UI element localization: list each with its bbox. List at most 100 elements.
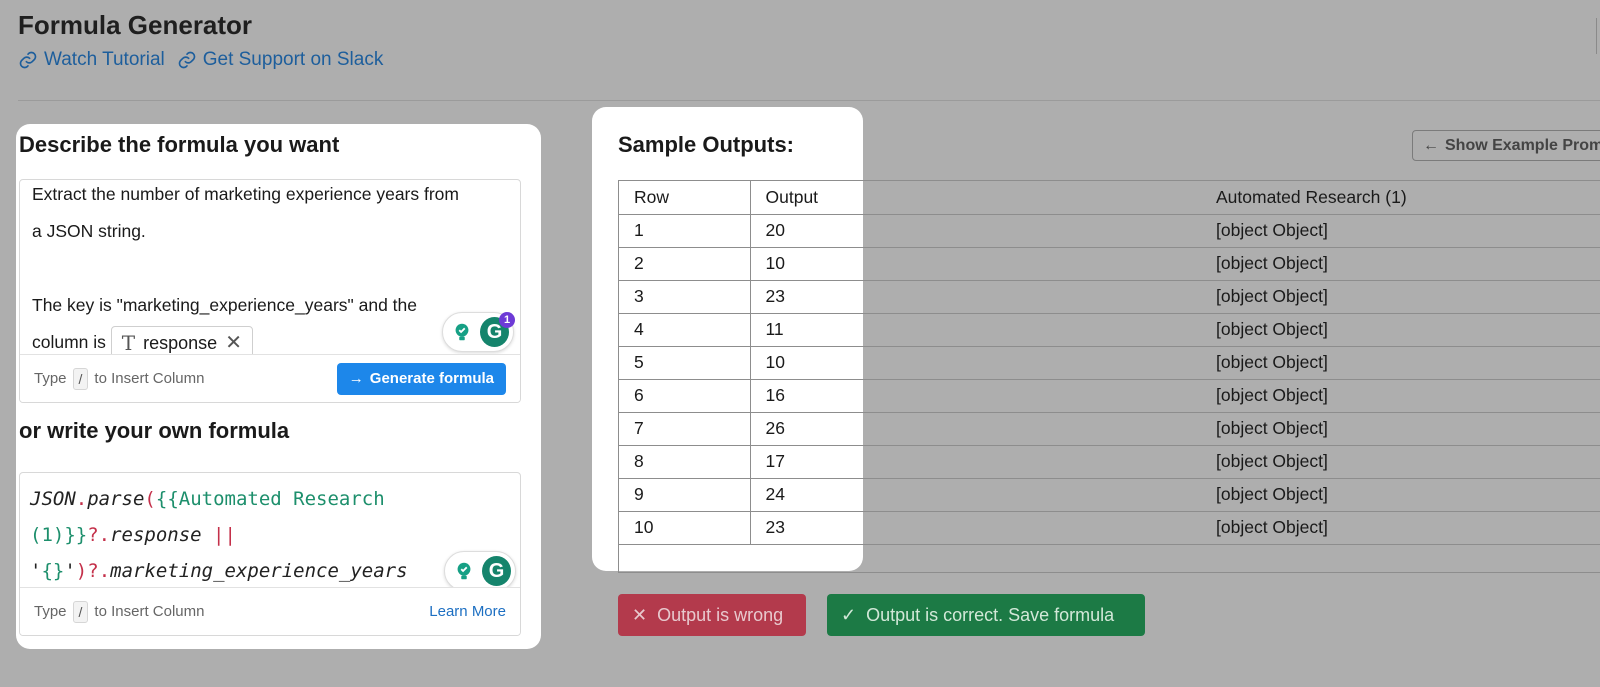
- code-token: ): [75, 560, 88, 582]
- notification-badge: 1: [499, 312, 515, 328]
- describe-heading: Describe the formula you want: [19, 132, 340, 157]
- table-cell: 2: [619, 247, 751, 281]
- table-row: 1 20 [object Object]: [619, 214, 1600, 248]
- table-cell: [object Object]: [1201, 478, 1600, 512]
- description-footer: Type / to Insert Column → Generate formu…: [20, 354, 520, 402]
- code-token: (: [144, 488, 156, 510]
- table-cell: 11: [750, 313, 1201, 347]
- table-cell: 4: [619, 313, 751, 347]
- code-line: (1)}}?.response ||: [30, 517, 500, 553]
- table-cell: [object Object]: [1201, 511, 1600, 545]
- own-formula-heading: or write your own formula: [19, 418, 290, 443]
- arrow-right-icon: →: [348, 370, 364, 387]
- save-formula-label: Output is correct. Save formula: [866, 604, 1115, 625]
- slash-key: /: [72, 600, 89, 623]
- grammarly-icon[interactable]: G: [482, 556, 511, 586]
- table-cell: 8: [619, 445, 751, 479]
- table-cell: 23: [750, 280, 1201, 314]
- column-header: Row: [619, 181, 751, 215]
- code-token: marketing_experience_years: [110, 560, 408, 582]
- slash-key: /: [72, 367, 89, 390]
- table-row: 6 16 [object Object]: [619, 379, 1600, 413]
- table-cell: [object Object]: [1201, 247, 1600, 281]
- code-token: parse: [87, 488, 145, 510]
- table-cell: 1: [619, 214, 751, 248]
- extension-widget[interactable]: G: [444, 551, 516, 591]
- table-header-row: Row Output Automated Research (1): [619, 181, 1600, 215]
- table-cell: 5: [619, 346, 751, 380]
- show-example-prompts-button[interactable]: ← Show Example Promp: [1412, 130, 1600, 161]
- save-formula-button[interactable]: ✓ Output is correct. Save formula: [827, 594, 1145, 636]
- slack-support-label: Get Support on Slack: [202, 49, 384, 70]
- show-example-prompts-label: Show Example Promp: [1445, 136, 1600, 154]
- table-cell: 17: [750, 445, 1201, 479]
- formula-code: JSON.parse({{Automated Research (1)}}?.r…: [30, 481, 500, 589]
- code-token: {{Automated Research: [155, 488, 385, 510]
- slack-support-link[interactable]: Get Support on Slack: [177, 49, 384, 71]
- table-cell: 7: [619, 412, 751, 446]
- page-title: Formula Generator: [18, 10, 253, 40]
- sample-outputs-table: Row Output Automated Research (1) 1 20 [ob…: [618, 180, 1600, 573]
- formula-editor[interactable]: JSON.parse({{Automated Research (1)}}?.r…: [19, 472, 521, 636]
- description-text: Extract the number of marketing experien…: [32, 180, 512, 361]
- extension-widget[interactable]: G 1: [442, 312, 515, 352]
- table-cell: 9: [619, 478, 751, 512]
- table-row: 7 26 [object Object]: [619, 412, 1600, 446]
- table-cell: 26: [750, 412, 1201, 446]
- table-cell: 10: [750, 346, 1201, 380]
- grammarly-icon[interactable]: G 1: [480, 312, 515, 347]
- table-cell: [object Object]: [1201, 280, 1600, 314]
- lightbulb-icon[interactable]: [449, 556, 478, 586]
- lightbulb-icon[interactable]: [447, 317, 476, 347]
- table-row: 2 10 [object Object]: [619, 247, 1600, 281]
- code-token: ||: [201, 524, 236, 546]
- table-cell: [object Object]: [1201, 214, 1600, 248]
- column-header: Output: [750, 181, 1201, 215]
- code-line: JSON.parse({{Automated Research: [30, 481, 500, 517]
- insert-column-hint: Type / to Insert Column: [34, 367, 205, 390]
- code-token: {}: [41, 560, 65, 582]
- description-line: The key is "marketing_experience_years" …: [32, 295, 417, 315]
- description-textarea[interactable]: Extract the number of marketing experien…: [19, 179, 521, 403]
- close-icon: ✕: [632, 604, 648, 625]
- table-cell: 20: [750, 214, 1201, 248]
- hint-rest-text: to Insert Column: [94, 370, 205, 387]
- hint-type-text: Type: [34, 370, 67, 387]
- description-line: Extract the number of marketing experien…: [32, 184, 459, 204]
- table-cell: 23: [750, 511, 1201, 545]
- watch-tutorial-link[interactable]: Watch Tutorial: [18, 49, 165, 71]
- link-icon: [178, 51, 196, 69]
- output-wrong-button[interactable]: ✕ Output is wrong: [618, 594, 806, 636]
- table-row: 3 23 [object Object]: [619, 280, 1600, 314]
- learn-more-link[interactable]: Learn More: [429, 603, 506, 620]
- output-wrong-label: Output is wrong: [657, 604, 784, 625]
- description-line: a JSON string.: [32, 221, 146, 241]
- formula-input-panel: Describe the formula you want Extract th…: [16, 124, 541, 649]
- header-links: Watch Tutorial Get Support on Slack: [18, 49, 383, 71]
- formula-footer: Type / to Insert Column Learn More: [20, 587, 520, 635]
- hint-type-text: Type: [34, 603, 67, 620]
- generate-formula-label: Generate formula: [369, 370, 494, 387]
- code-token: ?.: [87, 524, 111, 546]
- header-divider: [18, 100, 1600, 101]
- table-cell: 10: [750, 247, 1201, 281]
- column-header: Automated Research (1): [1201, 181, 1600, 215]
- table-cell: 16: [750, 379, 1201, 413]
- table-row: 9 24 [object Object]: [619, 478, 1600, 512]
- arrow-left-icon: ←: [1423, 136, 1439, 154]
- table-row: 5 10 [object Object]: [619, 346, 1600, 380]
- generate-formula-button[interactable]: → Generate formula: [336, 362, 506, 395]
- code-token: ': [30, 560, 42, 582]
- table-cell: [object Object]: [1201, 346, 1600, 380]
- table-cell: 6: [619, 379, 751, 413]
- code-token: .: [75, 488, 88, 510]
- table-cell: [object Object]: [1201, 412, 1600, 446]
- description-line-prefix: column is: [32, 332, 106, 352]
- code-token: JSON: [30, 488, 76, 510]
- link-icon: [19, 51, 37, 69]
- table-cell: [object Object]: [1201, 445, 1600, 479]
- sample-outputs-heading: Sample Outputs:: [618, 132, 795, 157]
- code-token: ?.: [87, 560, 111, 582]
- table-cell: 10: [619, 511, 751, 545]
- code-token: response: [110, 524, 202, 546]
